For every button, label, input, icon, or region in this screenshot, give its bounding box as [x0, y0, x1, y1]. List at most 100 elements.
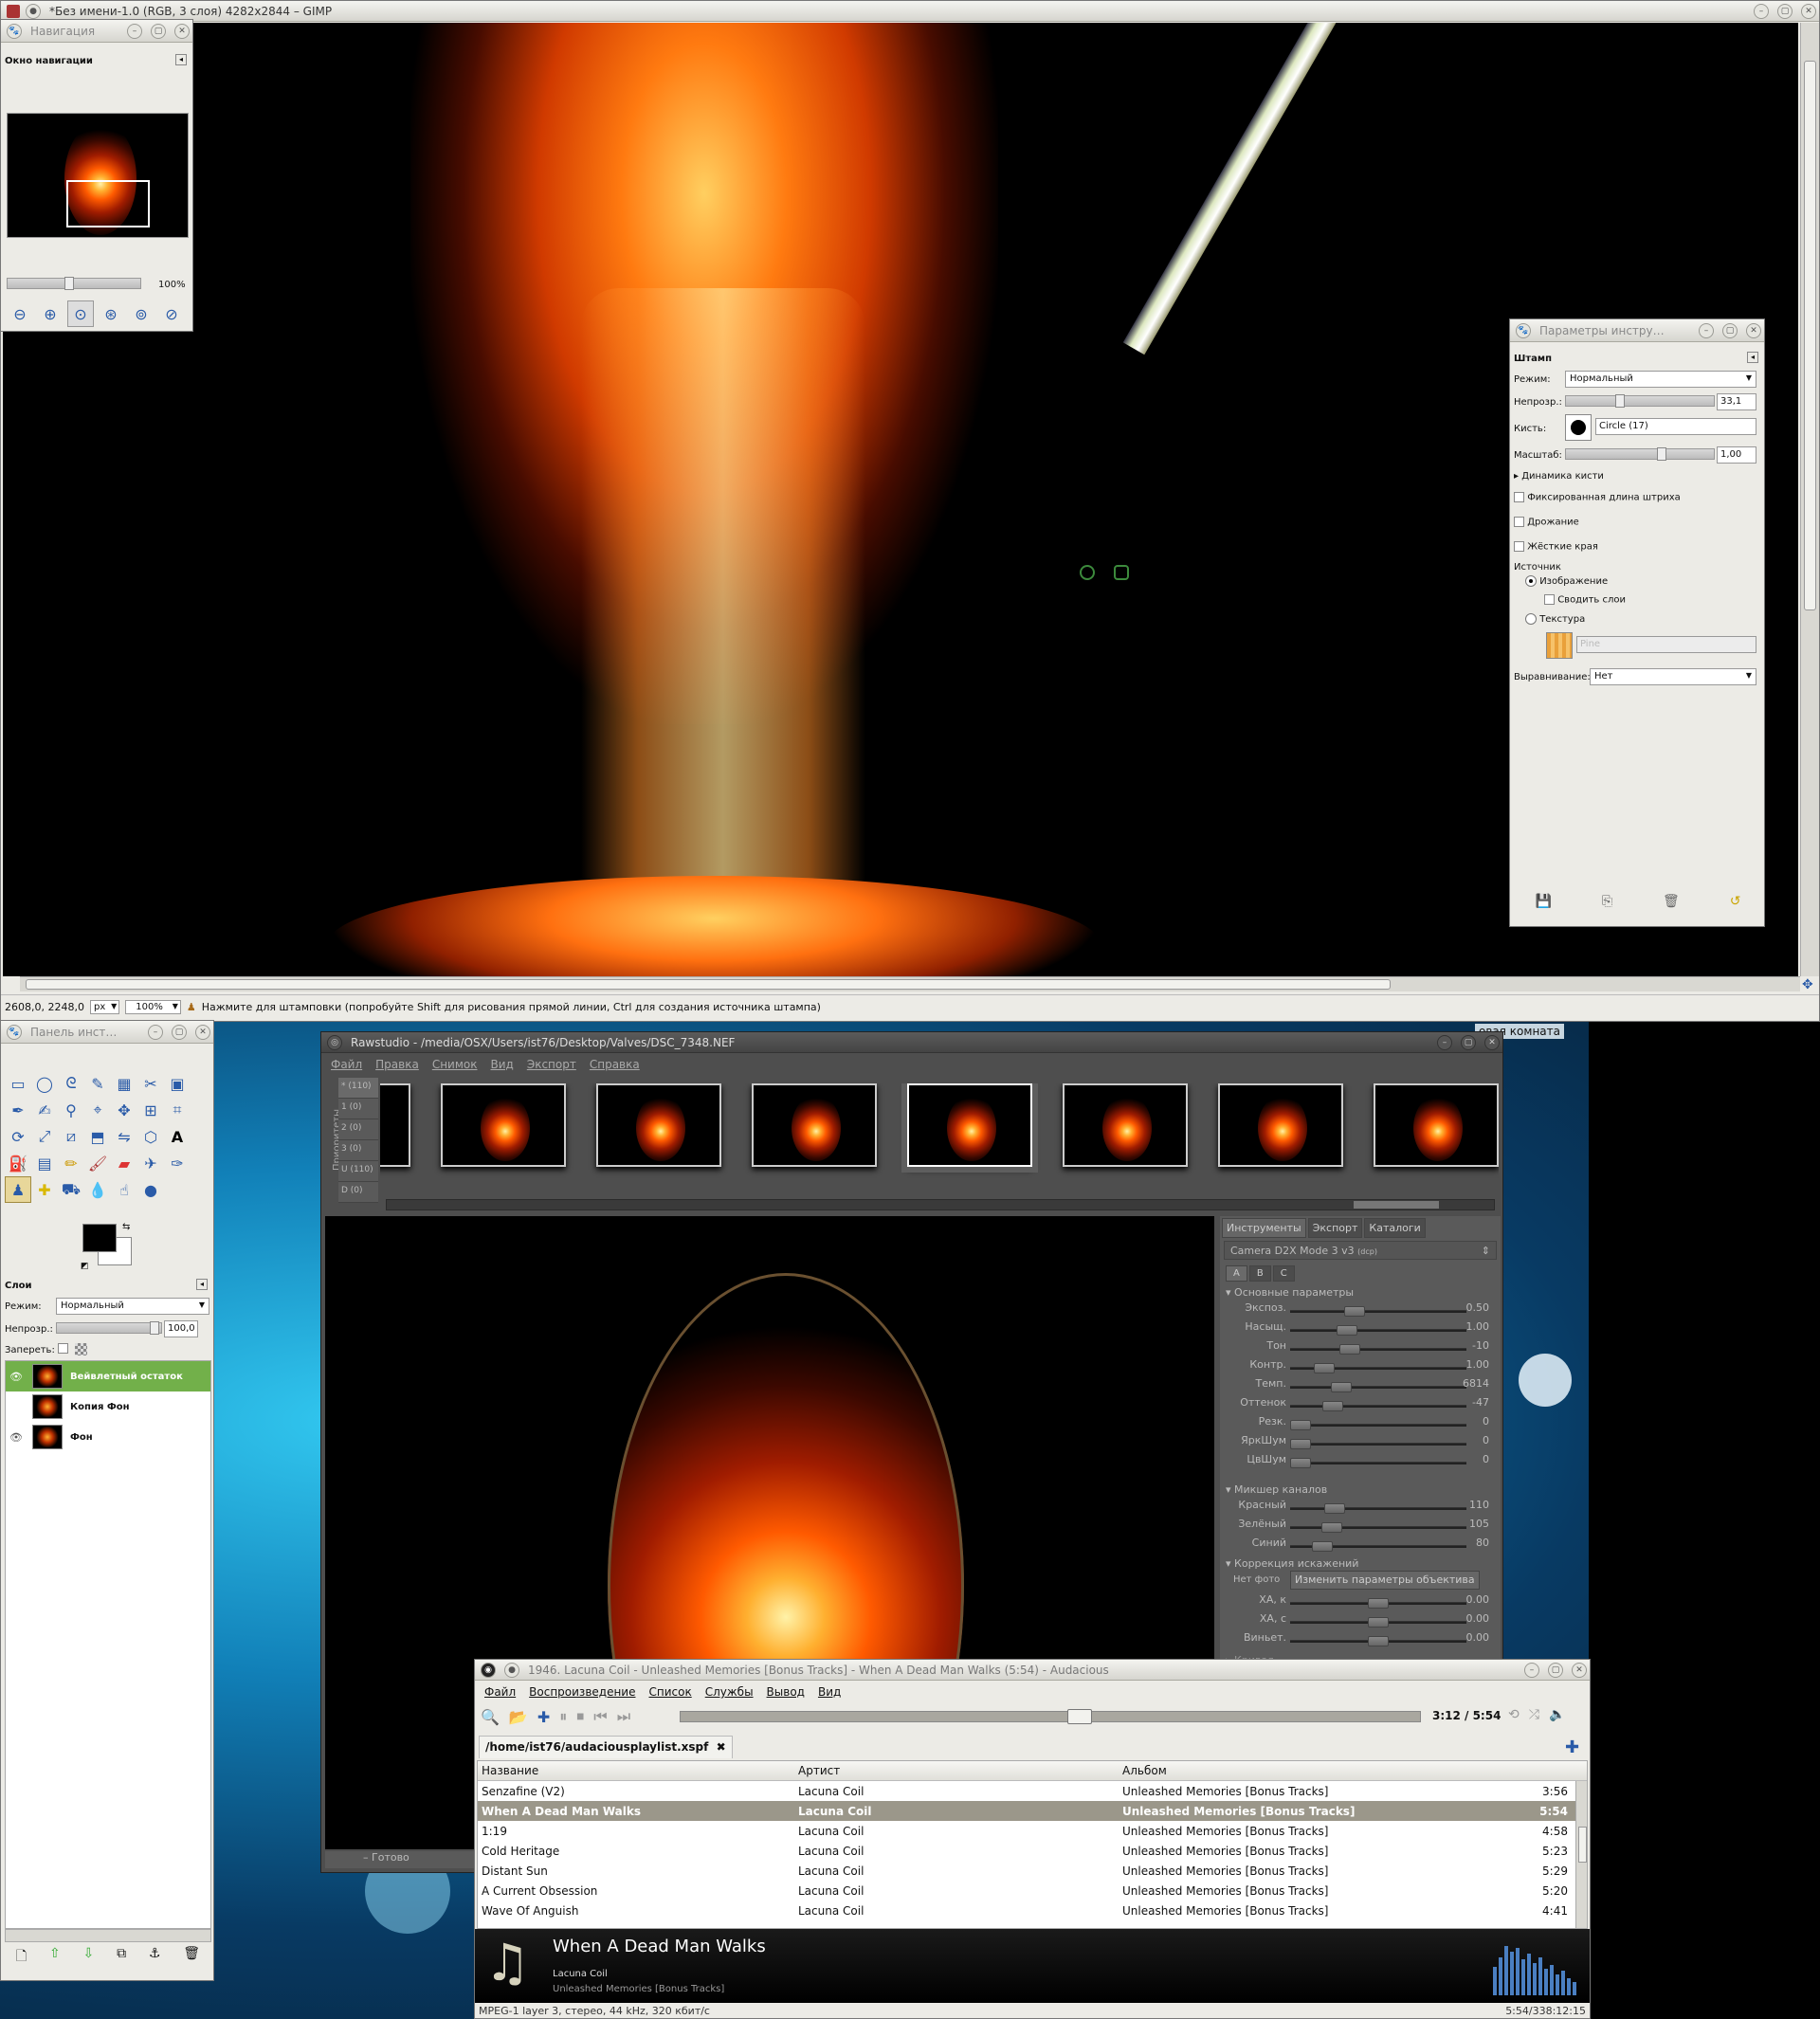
adjust-slider[interactable] — [1290, 1598, 1466, 1609]
menu-item[interactable]: Вид — [491, 1058, 514, 1071]
ink-icon[interactable]: ✑ — [164, 1150, 191, 1176]
merge-layers-checkbox[interactable]: Сводить слои — [1544, 594, 1626, 606]
sticky-button[interactable]: ● — [26, 3, 41, 19]
close-button[interactable]: ✕ — [174, 23, 190, 39]
open-icon[interactable]: 📂 — [509, 1708, 528, 1726]
layer-opacity-slider[interactable] — [56, 1321, 162, 1335]
scale-icon[interactable]: ⤢ — [31, 1123, 58, 1150]
thumbnail[interactable] — [1218, 1083, 1343, 1167]
perspective-clone-icon[interactable]: ⛟ — [58, 1176, 84, 1203]
priority-item[interactable]: 2 (0) — [338, 1119, 378, 1140]
adjust-slider-thumb[interactable] — [1313, 1363, 1335, 1373]
source-image-radio[interactable]: Изображение — [1525, 575, 1608, 587]
fuzzy-select-icon[interactable]: ✎ — [84, 1070, 111, 1097]
adjust-slider-thumb[interactable] — [1330, 1382, 1352, 1392]
bucket-fill-icon[interactable]: ⛽ — [5, 1150, 31, 1176]
lock-alpha-icon[interactable] — [75, 1343, 87, 1355]
dodge-burn-icon[interactable]: ● — [137, 1176, 164, 1203]
rect-select-icon[interactable]: ▭ — [5, 1070, 31, 1097]
zoom-fit-icon[interactable]: ⊛ — [98, 300, 124, 327]
shear-icon[interactable]: ⧄ — [58, 1123, 84, 1150]
pencil-icon[interactable]: ✏ — [58, 1150, 84, 1176]
save-options-icon[interactable]: 💾 — [1535, 894, 1551, 909]
mixer-section-header[interactable]: ▾ Микшер каналов — [1226, 1483, 1327, 1496]
tool-panel-tab[interactable]: Каталоги — [1364, 1218, 1426, 1238]
pause-icon[interactable]: ⏸ — [559, 1707, 567, 1726]
adjust-slider-thumb[interactable] — [1290, 1458, 1311, 1468]
navigate-icon[interactable]: ✥ — [1802, 977, 1817, 992]
audacious-titlebar[interactable]: ◉ ● 1946. Lacuna Coil - Unleashed Memori… — [475, 1660, 1590, 1681]
reset-options-icon[interactable]: ↺ — [1730, 894, 1741, 909]
adjust-slider-thumb[interactable] — [1290, 1420, 1311, 1430]
paintbrush-icon[interactable]: 🖌 — [84, 1150, 111, 1176]
thumbnail-selected[interactable] — [901, 1083, 1038, 1173]
restore-options-icon[interactable]: ⎘ — [1602, 894, 1612, 909]
playlist-row[interactable]: Cold Heritage Lacuna Coil Unleashed Memori… — [478, 1841, 1575, 1861]
measure-icon[interactable]: ⌖ — [84, 1097, 111, 1123]
seek-bar[interactable] — [680, 1709, 1421, 1724]
stop-icon[interactable]: ⏹ — [576, 1707, 584, 1726]
delete-layer-icon[interactable]: 🗑 — [183, 1946, 200, 1969]
volume-icon[interactable]: 🔈 — [1549, 1707, 1565, 1722]
column-header[interactable]: Альбом — [1122, 1764, 1167, 1777]
menu-item[interactable]: Правка — [375, 1058, 419, 1071]
menu-item[interactable]: Список — [648, 1685, 691, 1699]
priority-item[interactable]: 3 (0) — [338, 1140, 378, 1161]
maximize-button[interactable]: ▢ — [1548, 1662, 1563, 1678]
free-select-icon[interactable]: ᘓ — [58, 1070, 84, 1097]
menu-item[interactable]: Вид — [818, 1685, 841, 1699]
zoom-in-icon[interactable]: ⊕ — [37, 300, 64, 327]
menu-item[interactable]: Вывод — [767, 1685, 805, 1699]
toolbox-titlebar[interactable]: 🐾 Панель инст… – ▢ ✕ — [1, 1021, 213, 1044]
blur-icon[interactable]: 💧 — [84, 1176, 111, 1203]
adjust-slider-thumb[interactable] — [1337, 1325, 1358, 1336]
new-playlist-icon[interactable]: ✚ — [1565, 1737, 1579, 1757]
adjust-slider[interactable] — [1290, 1401, 1466, 1411]
close-tab-icon[interactable]: ✖ — [717, 1740, 726, 1754]
tab-menu-icon[interactable]: ◂ — [175, 54, 187, 65]
layer-opacity-input[interactable]: 100,0 — [164, 1320, 198, 1337]
layer-row[interactable]: Копия Фон — [6, 1391, 210, 1422]
foreground-color[interactable] — [82, 1224, 117, 1252]
magnify-icon[interactable]: ⚲ — [58, 1097, 84, 1123]
tab-menu-icon[interactable]: ◂ — [1747, 352, 1758, 363]
adjust-slider[interactable] — [1290, 1522, 1466, 1533]
add-icon[interactable]: ✚ — [537, 1708, 550, 1726]
thumbnail[interactable] — [752, 1083, 877, 1167]
mode-select[interactable]: Нормальный — [1565, 371, 1756, 388]
crop-icon[interactable]: ⌗ — [164, 1097, 191, 1123]
minimize-button[interactable]: – — [148, 1024, 163, 1040]
blend-icon[interactable]: ▤ — [31, 1150, 58, 1176]
search-icon[interactable]: 🔍 — [481, 1708, 500, 1726]
perspective-icon[interactable]: ⬒ — [84, 1123, 111, 1150]
priority-item[interactable]: D (0) — [338, 1182, 378, 1203]
tool-options-titlebar[interactable]: 🐾 Параметры инстру… – ▢ ✕ — [1510, 319, 1764, 342]
rawstudio-titlebar[interactable]: ◎ Rawstudio - /media/OSX/Users/ist76/Des… — [321, 1032, 1502, 1053]
maximize-button[interactable]: ▢ — [1722, 322, 1738, 338]
adjust-slider-thumb[interactable] — [1320, 1522, 1342, 1533]
rotate-icon[interactable]: ⟳ — [5, 1123, 31, 1150]
close-button[interactable]: ✕ — [195, 1024, 210, 1040]
maximize-button[interactable]: ▢ — [1777, 3, 1793, 19]
cage-icon[interactable]: ⬡ — [137, 1123, 164, 1150]
zoom-select[interactable]: 100% ▼ — [125, 1000, 181, 1014]
scissors-icon[interactable]: ✂ — [137, 1070, 164, 1097]
eraser-icon[interactable]: ▰ — [111, 1150, 137, 1176]
adjust-slider[interactable] — [1290, 1439, 1466, 1449]
lens-params-button[interactable]: Изменить параметры объектива — [1290, 1571, 1480, 1590]
adjust-slider[interactable] — [1290, 1503, 1466, 1514]
menu-item[interactable]: Экспорт — [527, 1058, 576, 1071]
menu-item[interactable]: Файл — [484, 1685, 516, 1699]
adjust-slider[interactable] — [1290, 1541, 1466, 1552]
align-select[interactable]: Нет — [1590, 668, 1756, 685]
thumbnail[interactable] — [596, 1083, 721, 1167]
eye-icon[interactable]: 👁 — [9, 1431, 25, 1444]
maximize-button[interactable]: ▢ — [151, 23, 166, 39]
menu-item[interactable]: Файл — [331, 1058, 362, 1071]
gimp-image-titlebar[interactable]: ● *Без имени-1.0 (RGB, 3 слоя) 4282x2844… — [1, 1, 1819, 22]
navigation-preview[interactable] — [7, 113, 189, 238]
thumbnail[interactable] — [380, 1083, 410, 1167]
thumbnail[interactable] — [1063, 1083, 1188, 1167]
playlist-row[interactable]: Distant Sun Lacuna Coil Unleashed Memories… — [478, 1861, 1575, 1881]
zoom-out-icon[interactable]: ⊖ — [7, 300, 33, 327]
